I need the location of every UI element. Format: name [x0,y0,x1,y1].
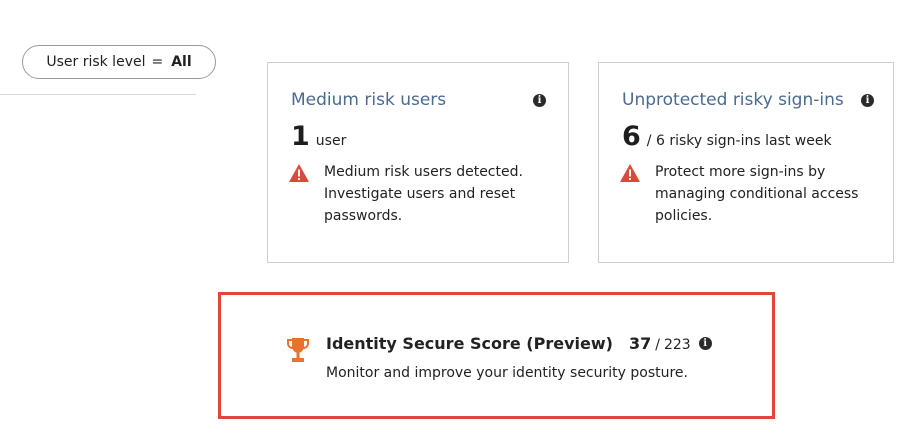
info-icon[interactable]: i [861,94,874,107]
warning-text: Medium risk users detected. Investigate … [324,164,523,224]
score-title-row: Identity Secure Score (Preview) 37 / 223… [326,334,712,353]
score-separator: / [655,337,660,353]
metric-unit: / 6 risky sign-ins last week [646,133,832,149]
tile-warning: Medium risk users detected. Investigate … [288,163,539,227]
info-icon[interactable]: i [533,94,546,107]
user-risk-level-filter[interactable]: User risk level = All [22,45,216,79]
medium-risk-users-tile[interactable]: Medium risk users i 1 user Medium risk u… [267,62,569,263]
tile-warning: Protect more sign-ins by managing condit… [619,163,870,227]
tile-title: Medium risk users [291,90,447,110]
score-value: 37 [628,334,652,353]
identity-secure-score-card[interactable]: Identity Secure Score (Preview) 37 / 223… [218,292,775,419]
score-total: 223 [663,337,691,353]
filter-divider [0,94,196,95]
score-description: Monitor and improve your identity securi… [326,365,688,381]
tile-metric: 6 / 6 risky sign-ins last week [622,121,832,152]
warning-triangle-icon [289,164,309,182]
score-title: Identity Secure Score (Preview) [326,334,613,353]
filter-equals: = [151,54,164,70]
metric-unit: user [315,133,347,149]
info-icon[interactable]: i [698,337,712,350]
tile-title: Unprotected risky sign-ins [622,90,844,110]
filter-value: All [171,54,192,70]
metric-value: 1 [291,121,310,152]
unprotected-risky-signins-tile[interactable]: Unprotected risky sign-ins i 6 / 6 risky… [598,62,894,263]
tile-metric: 1 user [291,121,346,152]
filter-label: User risk level [46,54,146,70]
warning-text: Protect more sign-ins by managing condit… [655,164,859,224]
trophy-icon [287,338,309,362]
warning-triangle-icon [620,164,640,182]
metric-value: 6 [622,121,641,152]
